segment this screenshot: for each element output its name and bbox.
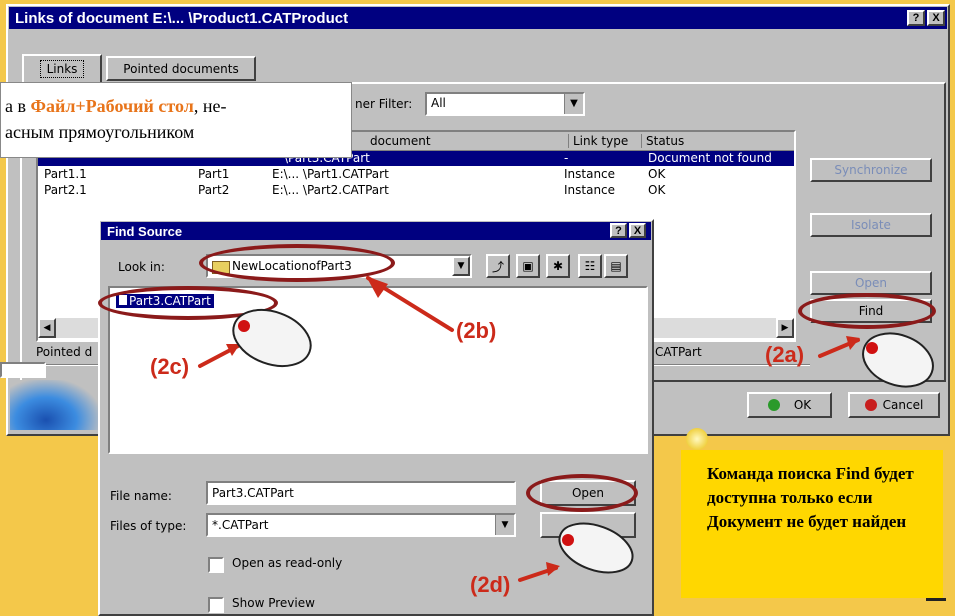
callout-2c: (2c) bbox=[150, 354, 190, 379]
callout-2b: (2b) bbox=[456, 318, 497, 343]
sparkle-icon bbox=[686, 428, 708, 450]
mouse-icon bbox=[862, 332, 934, 388]
arrowhead-2b bbox=[366, 276, 388, 298]
page-number-fragment bbox=[926, 598, 946, 613]
mouse-icon bbox=[558, 522, 634, 574]
mouse-icon bbox=[232, 308, 312, 368]
note-box: Команда поиска Find будет доступна тольк… bbox=[681, 450, 943, 598]
callout-2d: (2d) bbox=[470, 572, 511, 597]
callout-2a: (2a) bbox=[765, 342, 805, 367]
